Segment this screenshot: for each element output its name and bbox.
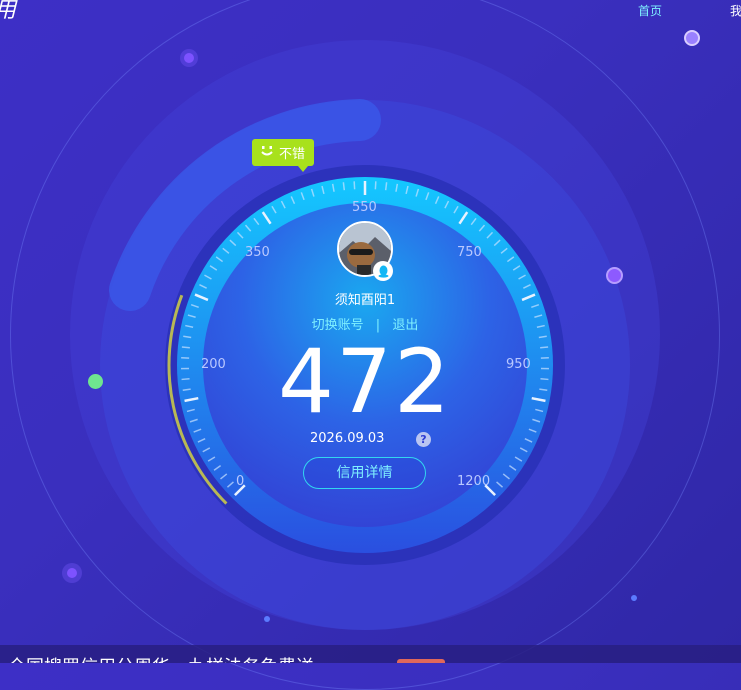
rating-badge: 不错 [252,139,314,166]
username: 须知酉阳1 [310,289,420,308]
gauge-tick [182,347,190,348]
tick-label-200: 200 [201,357,226,372]
smile-icon [259,143,275,163]
gauge-tick [540,347,548,348]
bottom-banner[interactable]: 全国搜罗信用分周华一九样法务免费送 [0,645,741,663]
gauge-tick [343,182,344,190]
tick-label-750: 750 [457,245,482,260]
score-date: 2026.09.03 [310,431,384,446]
help-icon[interactable]: ? [416,432,431,447]
tick-label-0: 0 [236,474,244,489]
gauge-tick [540,379,548,380]
credit-score: 472 [272,332,458,432]
bottom-banner-tag[interactable] [397,659,445,663]
rating-label: 不错 [279,143,305,162]
qq-icon [373,261,393,281]
credit-detail-button[interactable]: 信用详情 [303,457,426,489]
bottom-banner-text: 全国搜罗信用分周华一九样法务免费送 [8,653,314,663]
tick-label-350: 350 [245,245,270,260]
tick-label-1200: 1200 [457,474,490,489]
gauge-tick [386,182,387,190]
tick-label-550: 550 [352,200,377,215]
gauge-tick [182,379,190,380]
tick-label-950: 950 [506,357,531,372]
